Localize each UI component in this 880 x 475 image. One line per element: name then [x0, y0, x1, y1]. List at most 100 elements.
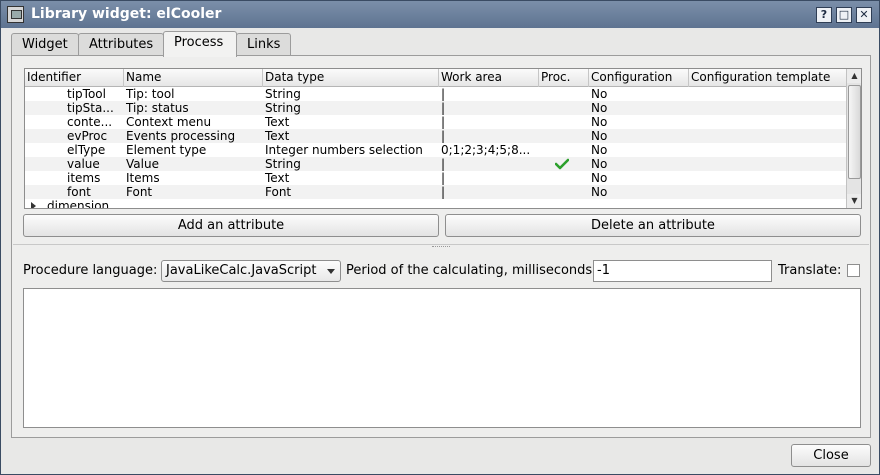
cell-configuration[interactable]: No: [589, 171, 689, 185]
table-row[interactable]: items Items Text | No: [25, 171, 846, 185]
cell-data-type: String: [265, 101, 301, 115]
tab-attributes[interactable]: Attributes: [78, 33, 164, 56]
cell-configuration-template[interactable]: [689, 143, 846, 157]
add-attribute-button[interactable]: Add an attribute: [23, 214, 439, 237]
column-header-proc[interactable]: Proc.: [539, 69, 589, 87]
cell-work-area[interactable]: |: [439, 171, 539, 185]
cell-configuration-template[interactable]: [689, 157, 846, 171]
column-header-name[interactable]: Name: [124, 69, 263, 87]
cell-identifier: conte...: [67, 115, 113, 129]
cell-work-area[interactable]: |: [439, 185, 539, 199]
cell-proc[interactable]: [539, 157, 589, 171]
cell-configuration-template[interactable]: [689, 87, 846, 101]
cell-identifier: value: [67, 157, 100, 171]
cell-name: Font: [126, 185, 153, 199]
cell-work-area[interactable]: |: [439, 87, 539, 101]
cell-configuration[interactable]: No: [589, 185, 689, 199]
cell-work-area[interactable]: 0;1;2;3;4;5;8...: [439, 143, 539, 157]
cell-configuration-template[interactable]: [689, 129, 846, 143]
table-header: Identifier Name Data type Work area Proc…: [25, 69, 846, 87]
table-row[interactable]: conte... Context menu Text | No: [25, 115, 846, 129]
column-header-data-type[interactable]: Data type: [263, 69, 439, 87]
cell-configuration-template[interactable]: [689, 185, 846, 199]
cell-configuration-template[interactable]: [689, 101, 846, 115]
attributes-table: Identifier Name Data type Work area Proc…: [24, 68, 862, 209]
table-row[interactable]: elType Element type Integer numbers sele…: [25, 143, 846, 157]
cell-identifier: tipSta...: [67, 101, 114, 115]
table-row[interactable]: tipTool Tip: tool String | No: [25, 87, 846, 101]
cell-data-type: Font: [265, 185, 292, 199]
column-header-configuration-template[interactable]: Configuration template: [689, 69, 846, 87]
period-label: Period of the calculating, milliseconds:: [346, 263, 597, 278]
cell-configuration[interactable]: No: [589, 157, 689, 171]
title-bar[interactable]: Library widget: elCooler ? □ ✕: [1, 1, 879, 28]
cell-identifier: elType: [67, 143, 106, 157]
close-button[interactable]: Close: [791, 444, 871, 467]
maximize-button[interactable]: □: [836, 7, 852, 23]
cell-configuration[interactable]: No: [589, 101, 689, 115]
column-header-identifier[interactable]: Identifier: [25, 69, 124, 87]
cell-name: Value: [126, 157, 159, 171]
cell-identifier: evProc: [67, 129, 108, 143]
table-row[interactable]: tipSta... Tip: status String | No: [25, 101, 846, 115]
pane-splitter-handle[interactable]: [432, 246, 450, 248]
cell-configuration-template[interactable]: [689, 171, 846, 185]
procedure-language-label: Procedure language:: [23, 263, 158, 278]
process-tab-panel: Identifier Name Data type Work area Proc…: [11, 55, 871, 438]
chevron-down-icon: [327, 269, 335, 274]
table-row-group[interactable]: dimension: [25, 199, 846, 209]
procedure-pane: Procedure language: JavaLikeCalc.JavaScr…: [13, 249, 869, 437]
cell-data-type: Text: [265, 129, 290, 143]
cell-data-type: Text: [265, 115, 290, 129]
table-row[interactable]: font Font Font | No: [25, 185, 846, 199]
cell-name: Items: [126, 171, 160, 185]
window-title: Library widget: elCooler: [31, 6, 222, 22]
column-header-work-area[interactable]: Work area: [439, 69, 539, 87]
tab-process[interactable]: Process: [163, 31, 237, 57]
cell-data-type: String: [265, 87, 301, 101]
cell-identifier: dimension: [47, 199, 110, 209]
table-vertical-scrollbar[interactable]: ▲ ▼: [846, 69, 861, 208]
cell-configuration[interactable]: No: [589, 143, 689, 157]
cell-name: Tip: status: [126, 101, 189, 115]
help-button[interactable]: ?: [816, 7, 832, 23]
procedure-language-select[interactable]: JavaLikeCalc.JavaScript: [161, 260, 341, 282]
procedure-language-value: JavaLikeCalc.JavaScript: [166, 263, 317, 278]
cell-data-type: Integer numbers selection: [265, 143, 423, 157]
expand-arrow-icon[interactable]: [31, 202, 36, 208]
table-row[interactable]: evProc Events processing Text | No: [25, 129, 846, 143]
column-header-configuration[interactable]: Configuration: [589, 69, 689, 87]
cell-configuration[interactable]: No: [589, 129, 689, 143]
close-window-button[interactable]: ✕: [856, 7, 872, 23]
scroll-up-arrow-icon[interactable]: ▲: [847, 69, 861, 83]
tab-widget[interactable]: Widget: [11, 33, 79, 56]
cell-work-area[interactable]: |: [439, 115, 539, 129]
scroll-thumb[interactable]: [848, 85, 861, 179]
delete-attribute-button[interactable]: Delete an attribute: [445, 214, 861, 237]
attributes-pane: Identifier Name Data type Work area Proc…: [13, 57, 869, 245]
library-widget-dialog: Library widget: elCooler ? □ ✕ Widget At…: [0, 0, 880, 475]
cell-name: Tip: tool: [126, 87, 175, 101]
cell-identifier: items: [67, 171, 101, 185]
cell-work-area[interactable]: |: [439, 129, 539, 143]
cell-name: Context menu: [126, 115, 212, 129]
cell-data-type: String: [265, 157, 301, 171]
app-icon: [7, 6, 24, 23]
cell-configuration-template[interactable]: [689, 115, 846, 129]
translate-checkbox[interactable]: [847, 264, 860, 277]
cell-configuration[interactable]: No: [589, 115, 689, 129]
cell-configuration[interactable]: No: [589, 87, 689, 101]
cell-identifier: tipTool: [67, 87, 106, 101]
cell-work-area[interactable]: |: [439, 157, 539, 171]
scroll-down-arrow-icon[interactable]: ▼: [847, 194, 861, 208]
cell-data-type: Text: [265, 171, 290, 185]
cell-name: Element type: [126, 143, 207, 157]
tab-links[interactable]: Links: [236, 33, 291, 56]
cell-work-area[interactable]: |: [439, 101, 539, 115]
check-icon: [555, 158, 569, 170]
table-row[interactable]: value Value String | No: [25, 157, 846, 171]
cell-name: Events processing: [126, 129, 236, 143]
procedure-code-editor[interactable]: [23, 288, 861, 428]
period-input[interactable]: -1: [593, 260, 772, 282]
translate-label: Translate:: [778, 263, 842, 278]
